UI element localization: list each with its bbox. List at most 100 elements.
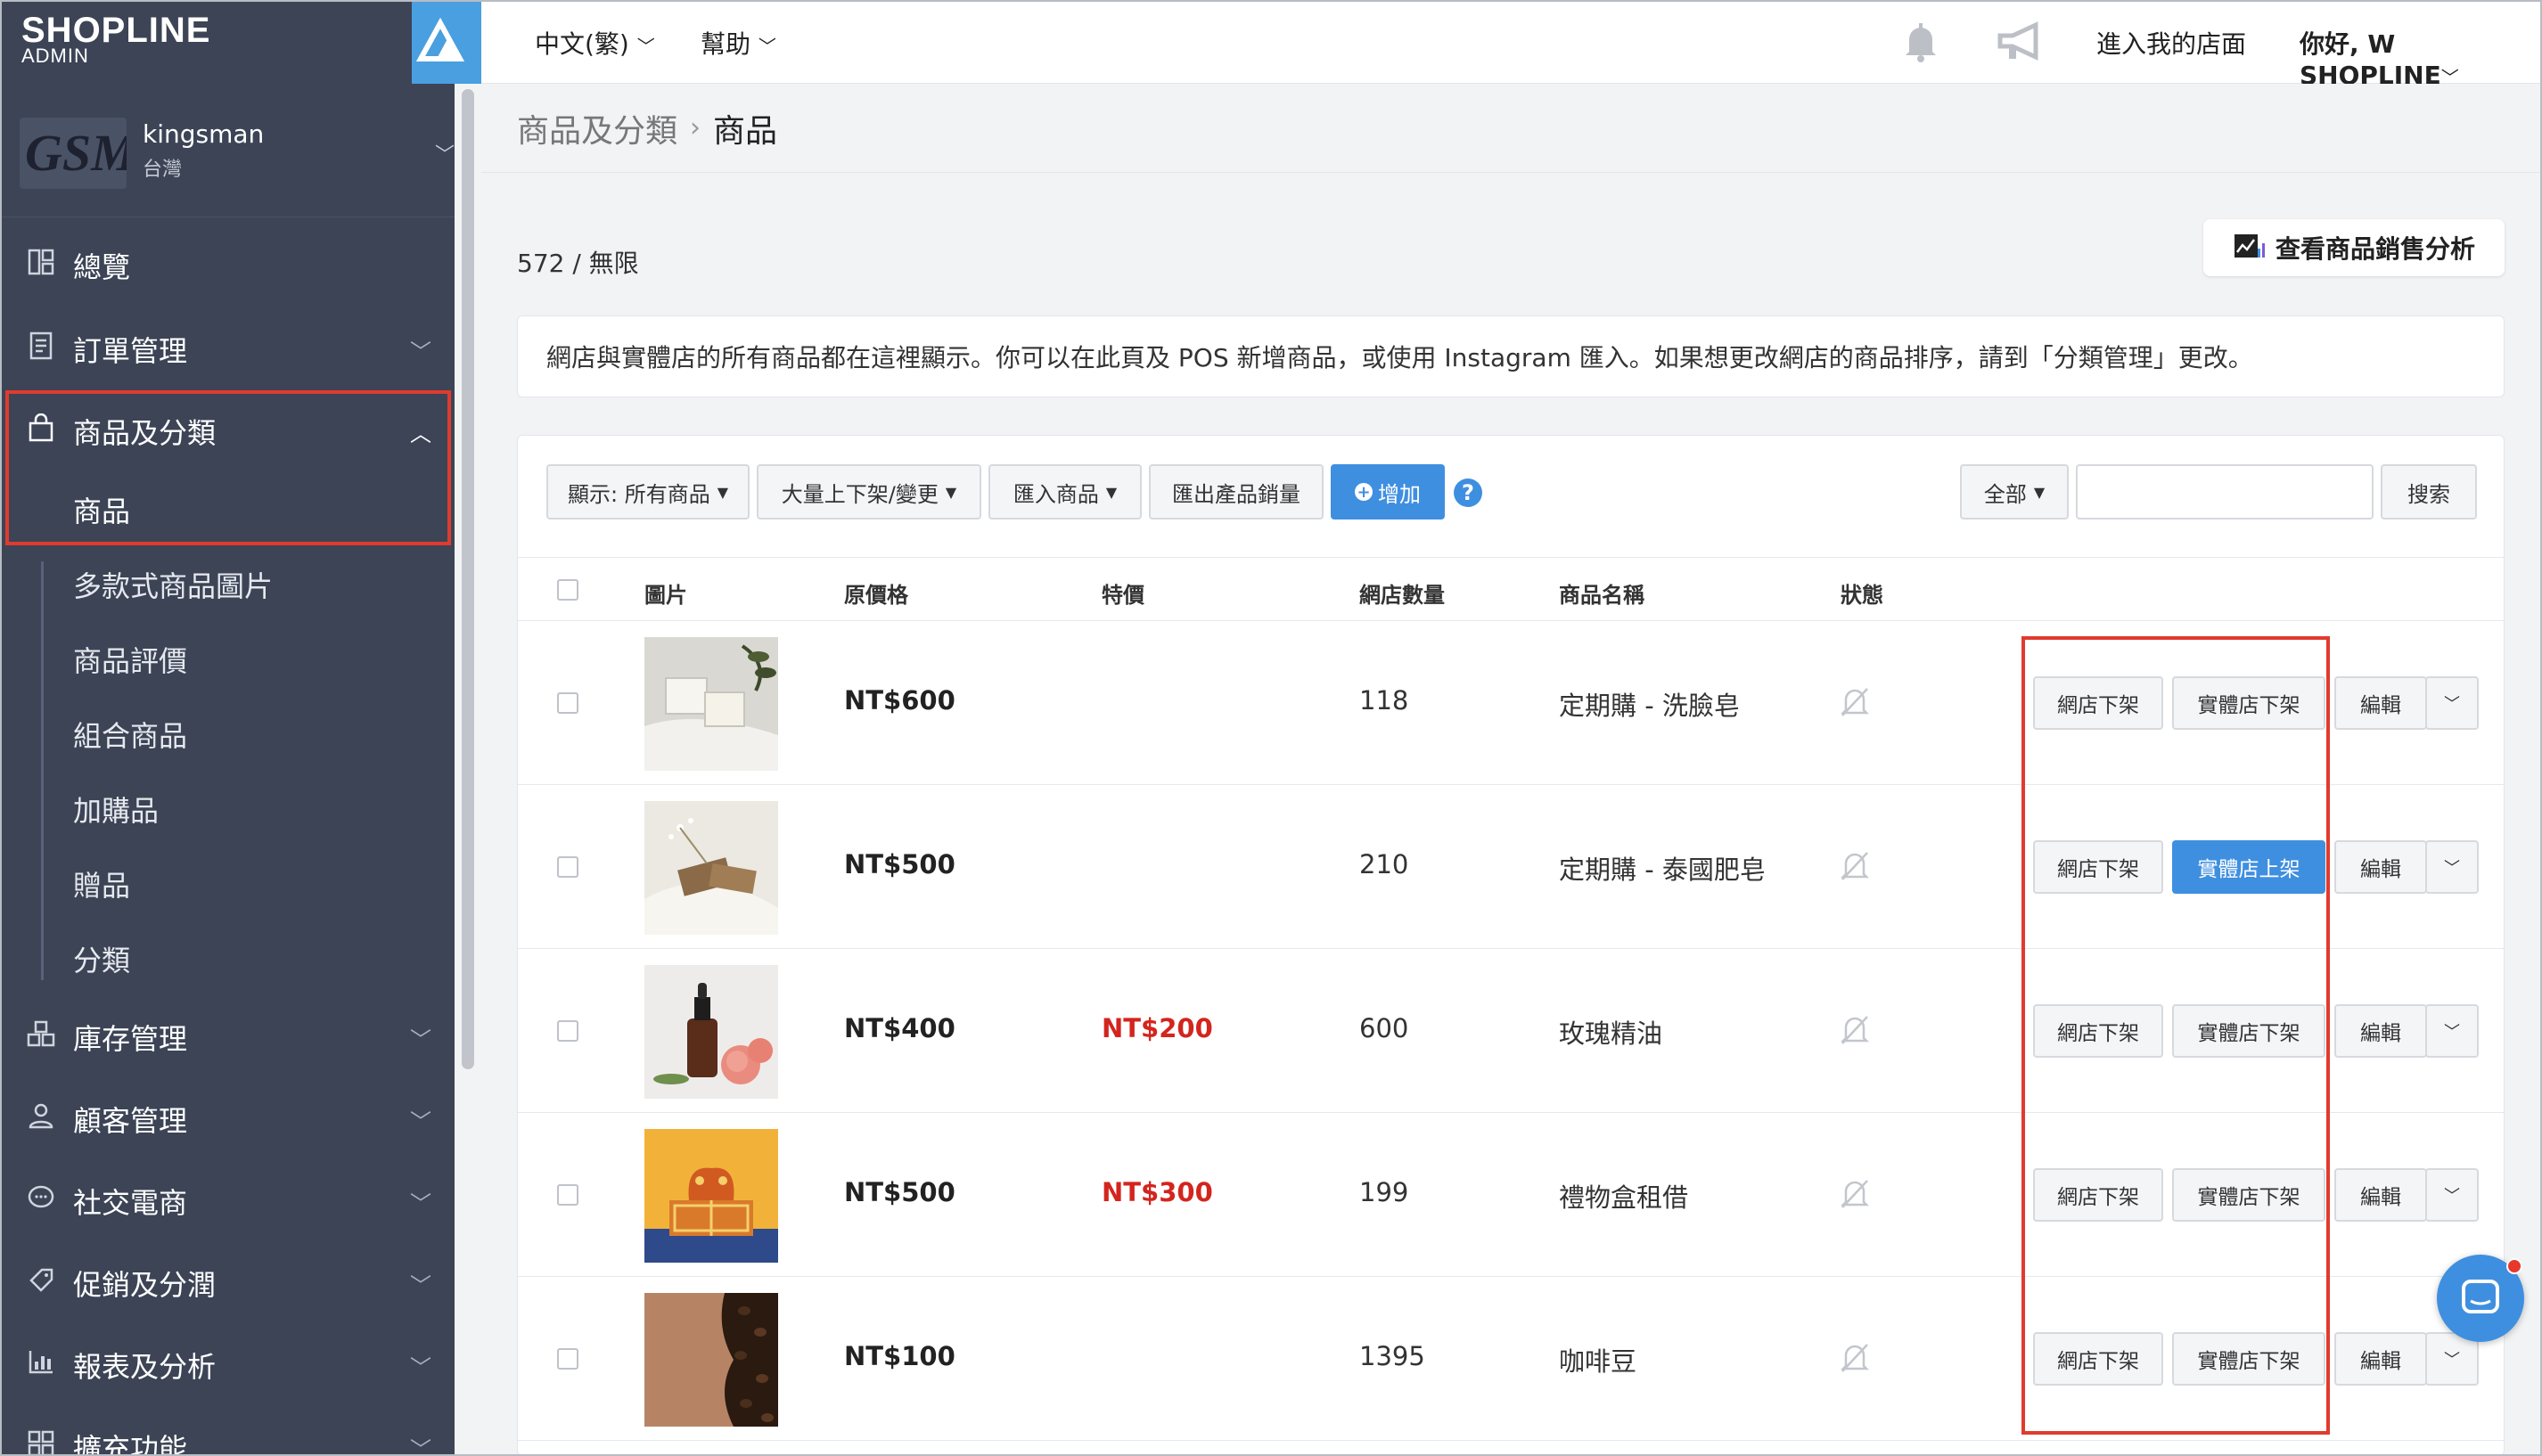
chevron-down-icon: ﹀ xyxy=(2444,1351,2460,1370)
sidebar-item-apps[interactable]: 擴充功能 ﹀ xyxy=(0,1406,455,1456)
language-select[interactable]: 中文(繁) ﹀ xyxy=(535,25,655,61)
product-thumbnail-gift-box[interactable] xyxy=(644,1129,778,1263)
breadcrumb: 商品及分類 › 商品 xyxy=(481,84,2542,173)
row-product-name[interactable]: 禮物盒租借 xyxy=(1559,1177,1688,1215)
row-product-name[interactable]: 定期購 - 泰國肥皂 xyxy=(1559,849,1766,887)
bulk-update-dropdown[interactable]: 大量上下架/變更 ▼ xyxy=(757,464,981,519)
top-bar: 中文(繁) ﹀ 幫助 ﹀ 進入我的店面 你好, W SHOPLINE﹀ xyxy=(481,0,2542,90)
sales-analysis-button[interactable]: 查看商品銷售分析 xyxy=(2203,219,2505,276)
edit-button[interactable]: 編輯 xyxy=(2334,1168,2427,1222)
chevron-down-icon: ﹀ xyxy=(2444,1187,2460,1206)
sidebar-subitem-label: 商品評價 xyxy=(73,644,188,678)
bell-off-icon xyxy=(1837,1339,1873,1375)
info-notice: 網店與實體店的所有商品都在這裡顯示。你可以在此頁及 POS 新增商品，或使用 I… xyxy=(517,315,2505,397)
more-actions-dropdown[interactable]: ﹀ xyxy=(2425,1004,2479,1058)
brand-sub: ADMIN xyxy=(21,45,89,67)
sidebar-item-label: 總覽 xyxy=(73,250,131,284)
row-product-name[interactable]: 玫瑰精油 xyxy=(1559,1013,1662,1051)
more-actions-dropdown[interactable]: ﹀ xyxy=(2425,1168,2479,1222)
edit-button[interactable]: 編輯 xyxy=(2334,840,2427,894)
row-product-name[interactable]: 咖啡豆 xyxy=(1559,1341,1636,1378)
header-online-qty[interactable]: 網店數量 xyxy=(1359,577,1445,609)
report-icon xyxy=(23,1348,59,1382)
header-status[interactable]: 狀態 xyxy=(1841,577,1883,609)
header-price[interactable]: 原價格 xyxy=(844,577,908,609)
chevron-down-icon: ﹀ xyxy=(410,1027,431,1052)
product-count: 572 / 無限 xyxy=(517,249,639,278)
sidebar-item-customers[interactable]: 顧客管理 ﹀ xyxy=(0,1078,455,1160)
sidebar-subitem-bundles[interactable]: 組合商品 xyxy=(39,697,449,772)
sidebar-subitem-gifts[interactable]: 贈品 xyxy=(39,847,449,921)
product-thumbnail-soap[interactable] xyxy=(644,637,778,771)
sidebar-item-overview[interactable]: 總覽 xyxy=(0,225,455,307)
export-sales-button[interactable]: 匯出產品銷量 xyxy=(1149,464,1324,519)
sidebar-item-social[interactable]: 社交電商 ﹀ xyxy=(0,1160,455,1242)
sidebar-subitem-addons[interactable]: 加購品 xyxy=(39,772,449,847)
row-product-name[interactable]: 定期購 - 洗臉皂 xyxy=(1559,685,1740,723)
product-thumbnail-coffee-beans[interactable] xyxy=(644,1293,778,1427)
row-price: NT$600 xyxy=(844,685,955,716)
bell-icon[interactable] xyxy=(1898,20,1943,64)
chat-icon xyxy=(23,1184,59,1218)
brand-mark-icon[interactable] xyxy=(412,0,481,84)
chevron-down-icon: ﹀ xyxy=(410,1272,431,1298)
store-switcher[interactable]: GSM kingsman 台灣 ﹀ xyxy=(0,84,455,217)
breadcrumb-current: 商品 xyxy=(713,112,778,150)
sidebar-item-inventory[interactable]: 庫存管理 ﹀ xyxy=(0,996,455,1078)
row-checkbox[interactable] xyxy=(557,1348,578,1370)
row-checkbox[interactable] xyxy=(557,1020,578,1042)
edit-button[interactable]: 編輯 xyxy=(2334,1004,2427,1058)
tag-icon xyxy=(23,1266,59,1300)
store-logo: GSM xyxy=(20,118,127,189)
account-menu[interactable]: 你好, W SHOPLINE﹀ xyxy=(2300,25,2542,90)
add-product-button[interactable]: + 增加 xyxy=(1331,464,1445,519)
select-all-checkbox[interactable] xyxy=(557,579,578,601)
more-actions-dropdown[interactable]: ﹀ xyxy=(2425,676,2479,730)
row-qty: 199 xyxy=(1359,1177,1409,1207)
order-icon xyxy=(23,331,59,367)
help-menu[interactable]: 幫助 ﹀ xyxy=(701,25,776,61)
chevron-down-icon[interactable]: ﹀ xyxy=(435,139,455,168)
edit-button[interactable]: 編輯 xyxy=(2334,676,2427,730)
sidebar-subitem-categories[interactable]: 分類 xyxy=(39,921,449,996)
search-button[interactable]: 搜索 xyxy=(2381,464,2477,519)
sidebar-item-promotions[interactable]: 促銷及分潤 ﹀ xyxy=(0,1242,455,1324)
caret-down-icon: ▼ xyxy=(1105,483,1118,501)
header-image[interactable]: 圖片 xyxy=(644,577,687,609)
breadcrumb-parent[interactable]: 商品及分類 xyxy=(517,105,677,151)
visit-store-link[interactable]: 進入我的店面 xyxy=(2096,25,2246,61)
search-scope-dropdown[interactable]: 全部 ▼ xyxy=(1960,464,2069,519)
product-thumbnail-thai-soap[interactable] xyxy=(644,801,778,935)
row-price: NT$100 xyxy=(844,1341,955,1371)
highlight-frame-actions xyxy=(2021,636,2330,1435)
header-sale-price[interactable]: 特價 xyxy=(1102,577,1144,609)
notification-dot xyxy=(2506,1258,2522,1274)
bell-off-icon xyxy=(1837,1011,1873,1047)
display-filter-dropdown[interactable]: 顯示: 所有商品 ▼ xyxy=(546,464,750,519)
row-sale-price: NT$300 xyxy=(1102,1177,1213,1207)
sidebar-subitem-variant-images[interactable]: 多款式商品圖片 xyxy=(39,547,449,622)
row-checkbox[interactable] xyxy=(557,856,578,878)
header-product-name[interactable]: 商品名稱 xyxy=(1559,577,1644,609)
search-input[interactable] xyxy=(2076,464,2374,519)
row-checkbox[interactable] xyxy=(557,692,578,714)
row-checkbox[interactable] xyxy=(557,1184,578,1206)
more-actions-dropdown[interactable]: ﹀ xyxy=(2425,840,2479,894)
row-qty: 1395 xyxy=(1359,1341,1425,1371)
sidebar-item-label: 訂單管理 xyxy=(73,334,188,368)
edit-button[interactable]: 編輯 xyxy=(2334,1332,2427,1386)
sidebar-scrollbar[interactable] xyxy=(462,89,474,1069)
megaphone-icon[interactable] xyxy=(1997,20,2046,64)
help-icon[interactable]: ? xyxy=(1454,479,1482,507)
apps-icon xyxy=(23,1430,59,1456)
import-products-dropdown[interactable]: 匯入商品 ▼ xyxy=(988,464,1142,519)
caret-down-icon: ▼ xyxy=(717,483,729,501)
sidebar-item-reports[interactable]: 報表及分析 ﹀ xyxy=(0,1324,455,1406)
plus-circle-icon: + xyxy=(1355,483,1373,502)
breadcrumb-separator-icon: › xyxy=(690,112,701,143)
sidebar-subitem-reviews[interactable]: 商品評價 xyxy=(39,622,449,697)
sidebar-item-label: 社交電商 xyxy=(73,1186,188,1220)
row-qty: 118 xyxy=(1359,685,1409,716)
product-thumbnail-rose-oil[interactable] xyxy=(644,965,778,1099)
sidebar-item-orders[interactable]: 訂單管理 ﹀ xyxy=(0,308,455,390)
